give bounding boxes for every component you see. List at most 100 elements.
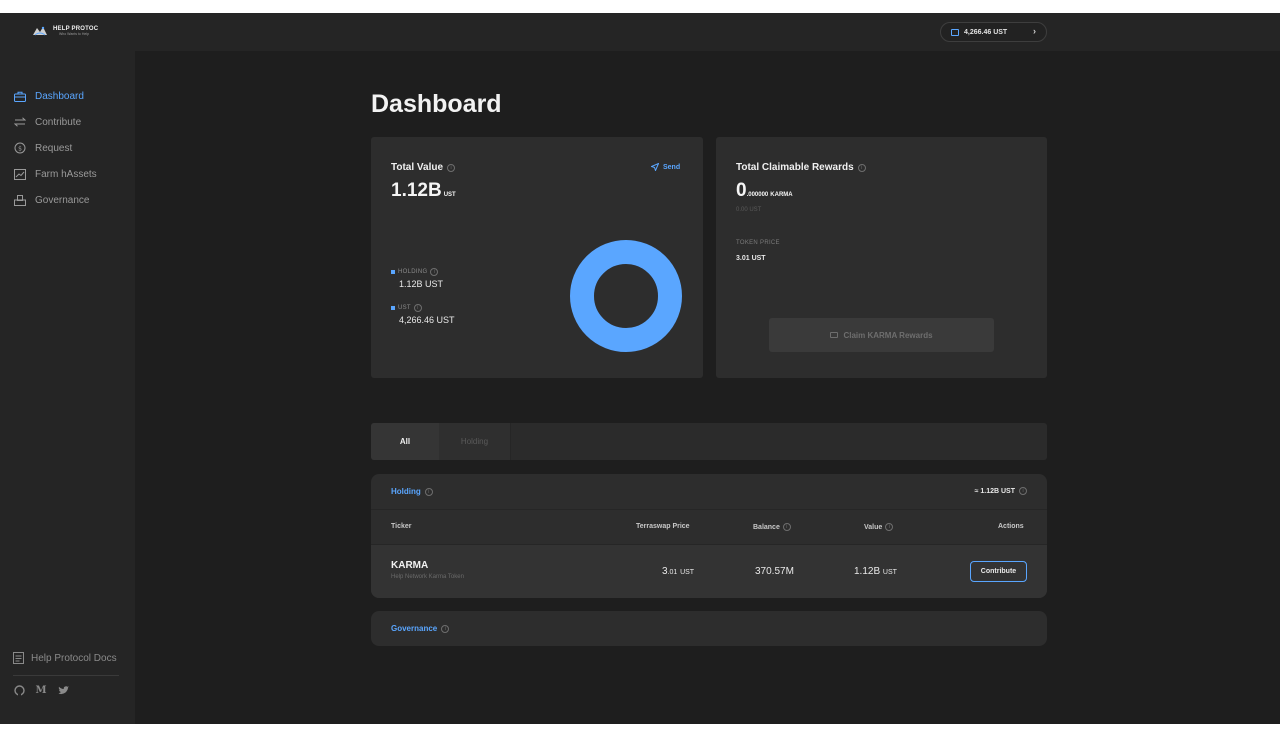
governance-title-wrap: Governance i [391, 624, 450, 633]
logo-title: HELP PROTOC [53, 25, 99, 32]
contribute-button[interactable]: Contribute [970, 561, 1027, 582]
donut-segment-holding [570, 240, 682, 352]
legend-ust: UST i 4,266.46 UST [391, 304, 455, 325]
gift-icon [830, 332, 839, 338]
token-price-value: 3.01 UST [736, 255, 766, 262]
col-price: Terraswap Price [636, 523, 690, 530]
price-cell: 3.01 UST [662, 566, 694, 577]
holding-title-wrap: Holding i [391, 487, 433, 496]
col-ticker: Ticker [391, 523, 412, 530]
info-icon[interactable]: i [782, 523, 791, 531]
legend-value: 1.12B UST [399, 279, 444, 289]
governance-panel[interactable]: Governance i [371, 611, 1047, 646]
col-value: Value i [864, 523, 894, 531]
holding-table: Holding i ≈ 1.12B UST i Ticker Terraswap… [371, 474, 1047, 598]
sidebar-nav: Dashboard Contribute $ Request Farm hAss… [13, 83, 97, 213]
legend-holding: HOLDING i 1.12B UST [391, 268, 443, 289]
sidebar-item-governance[interactable]: Governance [13, 187, 97, 213]
sidebar-item-label: Request [35, 142, 73, 154]
total-value-number: 1.12B [391, 180, 442, 201]
legend-value: 4,266.46 UST [399, 315, 455, 325]
rewards-ust-equivalent: 0.00 UST [736, 207, 762, 213]
sidebar-item-farm-hassets[interactable]: Farm hAssets [13, 161, 97, 187]
total-value-title-wrap: Total Value i [391, 162, 456, 173]
sidebar-item-contribute[interactable]: Contribute [13, 109, 97, 135]
info-icon[interactable]: i [430, 268, 439, 276]
col-balance: Balance i [753, 523, 791, 531]
col-value-label: Value [864, 523, 883, 531]
sidebar-item-label: Governance [35, 194, 90, 206]
wallet-button[interactable]: 4,266.46 UST › [940, 22, 1047, 42]
tab-holding[interactable]: Holding [439, 423, 511, 460]
chevron-right-icon: › [1033, 26, 1036, 36]
col-balance-label: Balance [753, 523, 780, 531]
wallet-icon [951, 28, 959, 36]
info-icon[interactable]: i [424, 487, 433, 496]
github-icon[interactable] [13, 684, 25, 696]
sidebar-item-dashboard[interactable]: Dashboard [13, 83, 97, 109]
ticker-name: Help Network Karma Token [391, 574, 464, 580]
app-window: HELP PROTOC Who Wants to Help Dashboard … [0, 13, 1280, 724]
page-title: Dashboard [371, 90, 502, 118]
tab-bar: All Holding [371, 423, 1047, 460]
sidebar-item-label: Contribute [35, 116, 82, 128]
info-icon[interactable]: i [413, 304, 422, 312]
wallet-balance: 4,266.46 UST [964, 28, 1008, 36]
holding-title: Holding [391, 487, 421, 496]
docs-link[interactable]: Help Protocol Docs [13, 652, 117, 664]
logo[interactable]: HELP PROTOC Who Wants to Help [32, 25, 98, 37]
legend-label: UST [398, 305, 411, 311]
sidebar: HELP PROTOC Who Wants to Help Dashboard … [0, 13, 135, 724]
briefcase-icon [13, 89, 27, 103]
value-unit: UST [882, 569, 897, 576]
legend-label: HOLDING [398, 269, 428, 275]
logo-mark-icon [32, 25, 48, 37]
holding-total: ≈ 1.12B UST [974, 487, 1015, 495]
total-value-card: Total Value i Send 1.12B UST HOLDING i 1.1… [371, 137, 703, 378]
twitter-icon[interactable] [57, 684, 69, 696]
claim-rewards-button[interactable]: Claim KARMA Rewards [769, 318, 994, 352]
medium-icon[interactable]: M [35, 684, 47, 696]
info-icon[interactable]: i [441, 624, 450, 633]
ticker-symbol: KARMA [391, 560, 429, 571]
chart-icon [13, 167, 27, 181]
rewards-unit: KARMA [770, 192, 793, 198]
table-row: KARMA Help Network Karma Token 3.01 UST … [371, 545, 1047, 598]
social-links: M [13, 684, 69, 696]
paper-plane-icon [651, 163, 659, 171]
balance-cell: 370.57M [755, 566, 794, 577]
info-icon[interactable]: i [885, 523, 894, 531]
document-icon [13, 652, 25, 664]
sidebar-item-request[interactable]: $ Request [13, 135, 97, 161]
price-unit: UST [680, 569, 695, 576]
rewards-card: Total Claimable Rewards i 0.000000 KARMA … [716, 137, 1047, 378]
ballot-box-icon [13, 193, 27, 207]
value-number: 1.12B [854, 566, 881, 577]
tab-all[interactable]: All [371, 423, 439, 460]
info-icon[interactable]: i [857, 163, 866, 172]
coin-refresh-icon: $ [13, 141, 27, 155]
governance-title: Governance [391, 624, 438, 633]
rewards-int: 0 [736, 180, 747, 201]
info-icon[interactable]: i [447, 163, 456, 172]
send-button[interactable]: Send [651, 163, 680, 171]
legend-swatch [391, 270, 395, 274]
rewards-amount: 0.000000 KARMA [736, 180, 793, 202]
value-cell: 1.12B UST [854, 566, 897, 577]
topbar: 4,266.46 UST › [135, 13, 1280, 51]
price-dec: .01 [667, 569, 678, 576]
total-value-title: Total Value [391, 162, 444, 173]
total-value-amount: 1.12B UST [391, 180, 456, 202]
svg-text:$: $ [18, 145, 22, 152]
holdings-donut-chart [570, 240, 682, 352]
table-header: Ticker Terraswap Price Balance i Value i A… [371, 509, 1047, 545]
logo-subtitle: Who Wants to Help [59, 31, 90, 36]
rewards-dec: .000000 [746, 192, 769, 198]
sidebar-item-label: Dashboard [35, 90, 84, 102]
info-icon[interactable]: i [1019, 487, 1027, 495]
claim-label: Claim KARMA Rewards [843, 330, 933, 340]
total-value-unit: UST [443, 192, 456, 198]
rewards-title: Total Claimable Rewards [736, 162, 854, 173]
rewards-title-wrap: Total Claimable Rewards i [736, 162, 866, 173]
col-actions: Actions [998, 523, 1024, 530]
